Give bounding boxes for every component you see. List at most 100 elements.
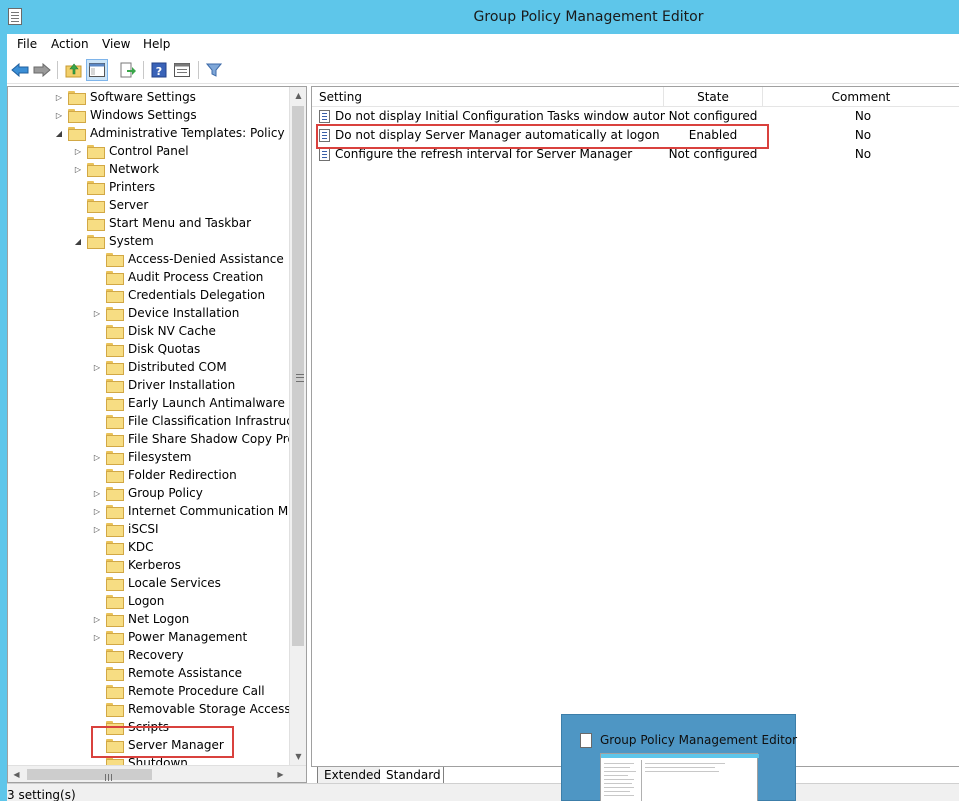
tree-item-disk-nv-cache[interactable]: Disk NV Cache	[92, 322, 216, 340]
filter-icon[interactable]	[203, 59, 225, 81]
tree-item-server[interactable]: Server	[73, 196, 148, 214]
tree-horizontal-scrollbar[interactable]: ◀ ▶	[8, 765, 306, 782]
forward-arrow-icon[interactable]	[31, 59, 53, 81]
tree-item-internet-communication-management[interactable]: ▷ Internet Communication Management	[92, 502, 306, 520]
collapse-arrow-icon[interactable]: ◢	[54, 124, 64, 142]
back-arrow-icon[interactable]	[9, 59, 31, 81]
tree-item-net-logon[interactable]: ▷ Net Logon	[92, 610, 189, 628]
properties-icon[interactable]	[171, 59, 193, 81]
tree-item-folder-redirection[interactable]: Folder Redirection	[92, 466, 237, 484]
tree-hscroll-thumb[interactable]	[27, 769, 152, 781]
up-folder-icon[interactable]	[63, 59, 85, 81]
expand-arrow-icon[interactable]: ▷	[92, 502, 102, 520]
tree-item-label: Removable Storage Access	[128, 702, 291, 716]
expand-arrow-icon[interactable]: ▷	[92, 448, 102, 466]
tree-item-filesystem[interactable]: ▷ Filesystem	[92, 448, 191, 466]
expand-arrow-icon[interactable]: ▷	[92, 484, 102, 502]
app-icon	[580, 733, 592, 748]
tree-item-kerberos[interactable]: Kerberos	[92, 556, 181, 574]
tree-item-access-denied-assistance[interactable]: Access-Denied Assistance	[92, 250, 284, 268]
tree-item-administrative-templates-policy-definitions[interactable]: ◢ Administrative Templates: Policy defini…	[54, 124, 306, 142]
title-bar[interactable]: Group Policy Management Editor	[0, 0, 959, 34]
expand-arrow-icon[interactable]: ▷	[92, 358, 102, 376]
tree-item-remote-procedure-call[interactable]: Remote Procedure Call	[92, 682, 265, 700]
tree-item-windows-settings[interactable]: ▷ Windows Settings	[54, 106, 197, 124]
export-list-icon[interactable]	[117, 59, 139, 81]
expand-arrow-icon[interactable]: ▷	[92, 520, 102, 538]
tree-item-label: Filesystem	[128, 450, 192, 464]
column-header-state[interactable]: State	[664, 87, 763, 107]
tree-item-device-installation[interactable]: ▷ Device Installation	[92, 304, 239, 322]
expand-arrow-icon[interactable]: ▷	[92, 628, 102, 646]
tree-item-kdc[interactable]: KDC	[92, 538, 154, 556]
tree-vertical-scrollbar[interactable]: ▲ ▼	[289, 87, 306, 765]
folder-icon	[106, 253, 124, 267]
tree-scroll-thumb[interactable]	[292, 106, 304, 646]
tree-item-label: Audit Process Creation	[128, 270, 264, 284]
folder-icon	[87, 199, 105, 213]
tab-standard[interactable]: Standard	[380, 767, 444, 784]
tree-item-label: Internet Communication Management	[128, 504, 306, 518]
tree-item-software-settings[interactable]: ▷ Software Settings	[54, 88, 196, 106]
scroll-up-icon[interactable]: ▲	[290, 87, 306, 104]
menu-file[interactable]: File	[17, 37, 37, 51]
taskbar-thumbnail-preview[interactable]: Group Policy Management Editor	[561, 714, 797, 801]
tree-item-label: Control Panel	[109, 144, 189, 158]
tree-item-distributed-com[interactable]: ▷ Distributed COM	[92, 358, 227, 376]
tree-item-locale-services[interactable]: Locale Services	[92, 574, 221, 592]
tree-item-printers[interactable]: Printers	[73, 178, 155, 196]
tree-item-group-policy[interactable]: ▷ Group Policy	[92, 484, 203, 502]
menu-action[interactable]: Action	[51, 37, 89, 51]
expand-arrow-icon[interactable]: ▷	[54, 106, 64, 124]
collapse-arrow-icon[interactable]: ◢	[73, 232, 83, 250]
folder-icon	[87, 163, 105, 177]
tree-item-file-share-shadow-copy-provider[interactable]: File Share Shadow Copy Provider	[92, 430, 307, 448]
tree-item-start-menu-and-taskbar[interactable]: Start Menu and Taskbar	[73, 214, 251, 232]
tree-item-label: File Share Shadow Copy Provider	[128, 432, 307, 446]
tree-item-label: Software Settings	[90, 90, 196, 104]
expand-arrow-icon[interactable]: ▷	[92, 610, 102, 628]
tree-item-remote-assistance[interactable]: Remote Assistance	[92, 664, 242, 682]
tree-item-power-management[interactable]: ▷ Power Management	[92, 628, 247, 646]
tree-item-control-panel[interactable]: ▷ Control Panel	[73, 142, 189, 160]
tree-item-audit-process-creation[interactable]: Audit Process Creation	[92, 268, 263, 286]
expand-arrow-icon[interactable]: ▷	[73, 142, 83, 160]
menu-view[interactable]: View	[102, 37, 130, 51]
toolbar-separator	[143, 61, 144, 79]
menu-help[interactable]: Help	[143, 37, 170, 51]
folder-icon	[106, 631, 124, 645]
column-header-comment[interactable]: Comment	[763, 87, 959, 107]
tree-item-file-classification-infrastructure[interactable]: File Classification Infrastructure	[92, 412, 306, 430]
tree-item-recovery[interactable]: Recovery	[92, 646, 184, 664]
scroll-right-icon[interactable]: ▶	[272, 766, 289, 782]
show-hide-console-tree-icon[interactable]	[86, 59, 108, 81]
column-header-setting[interactable]: Setting	[312, 87, 664, 107]
tree-item-early-launch-antimalware[interactable]: Early Launch Antimalware	[92, 394, 285, 412]
tree-item-removable-storage-access[interactable]: Removable Storage Access	[92, 700, 291, 718]
status-bar: 3 setting(s)	[7, 783, 959, 801]
tree-item-disk-quotas[interactable]: Disk Quotas	[92, 340, 200, 358]
tree-item-label: KDC	[128, 540, 154, 554]
console-tree[interactable]: ▷ Software Settings ▷ Windows Settings ◢ Admi…	[7, 86, 307, 783]
help-icon[interactable]: ?	[148, 59, 170, 81]
tree-item-system[interactable]: ◢ System	[73, 232, 154, 250]
scroll-down-icon[interactable]: ▼	[290, 748, 306, 765]
tree-item-iscsi[interactable]: ▷ iSCSI	[92, 520, 159, 538]
tab-extended[interactable]: Extended	[317, 767, 381, 784]
tree-item-credentials-delegation[interactable]: Credentials Delegation	[92, 286, 265, 304]
tree-item-label: System	[109, 234, 154, 248]
tree-item-driver-installation[interactable]: Driver Installation	[92, 376, 235, 394]
tree-item-logon[interactable]: Logon	[92, 592, 164, 610]
expand-arrow-icon[interactable]: ▷	[92, 304, 102, 322]
expand-arrow-icon[interactable]: ▷	[73, 160, 83, 178]
scroll-left-icon[interactable]: ◀	[8, 766, 25, 782]
expand-arrow-icon[interactable]: ▷	[54, 88, 64, 106]
tree-item-network[interactable]: ▷ Network	[73, 160, 159, 178]
settings-list[interactable]: Setting State Comment Do not display Ini…	[311, 86, 959, 766]
folder-icon	[106, 397, 124, 411]
